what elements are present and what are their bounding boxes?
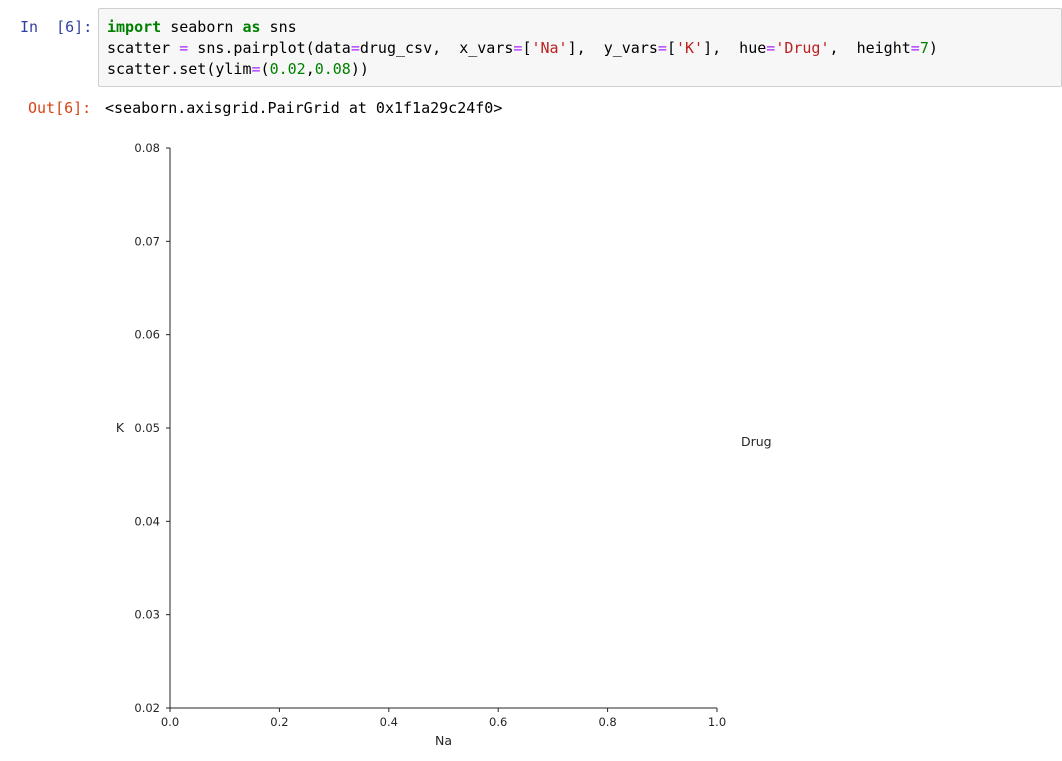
x-axis-ticks: 0.0 0.2 0.4 0.6 0.8 1.0 (161, 708, 726, 729)
y-tick-label: 0.06 (134, 328, 160, 342)
x-axis-label: Na (435, 733, 452, 748)
y-tick-label: 0.05 (134, 421, 160, 435)
x-tick-label: 0.2 (270, 715, 288, 729)
x-tick-label: 0.6 (489, 715, 507, 729)
legend-title: Drug (741, 434, 772, 449)
x-tick-label: 1.0 (708, 715, 726, 729)
x-tick-label: 0.4 (380, 715, 398, 729)
y-axis-ticks: 0.02 0.03 0.04 0.05 0.06 0.07 0.08 (134, 141, 170, 715)
y-tick-label: 0.03 (134, 608, 160, 622)
y-tick-label: 0.08 (134, 141, 160, 155)
plot-axes: 0.020.030.040.050.060.070.08 0.0 0.2 0.4 0.… (116, 141, 726, 748)
y-tick-label: 0.04 (134, 514, 160, 528)
pairplot-figure: 0.020.030.040.050.060.070.08 0.0 0.2 0.4 0.… (116, 141, 772, 748)
y-tick-label: 0.07 (134, 234, 160, 248)
y-axis-label: K (116, 420, 125, 435)
x-tick-label: 0.8 (598, 715, 616, 729)
y-tick-label: 0.02 (134, 701, 160, 715)
x-tick-label: 0.0 (161, 715, 179, 729)
